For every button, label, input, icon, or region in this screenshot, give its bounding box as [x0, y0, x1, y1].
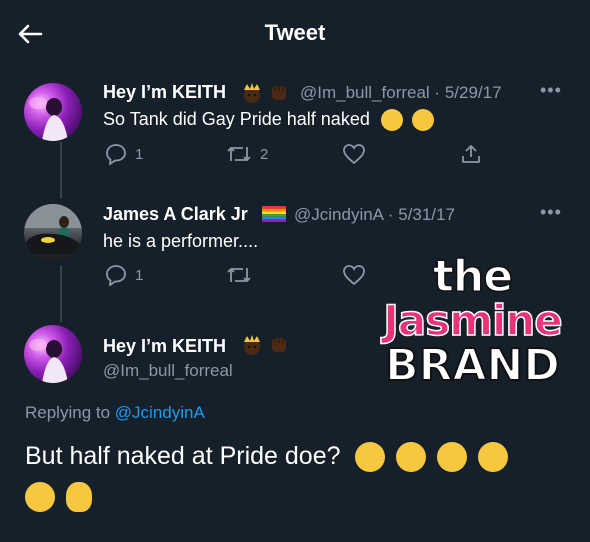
- replying-to: Replying to @JcindyinA: [25, 403, 205, 422]
- display-name[interactable]: James A Clark Jr: [103, 204, 248, 225]
- top-bar: Tweet: [0, 0, 590, 66]
- handle[interactable]: @JcindyinA: [294, 205, 383, 224]
- fist-emoji-icon: [268, 82, 290, 104]
- avatar[interactable]: [24, 325, 82, 383]
- fist-emoji-icon: [268, 334, 290, 356]
- watermark-line-brand: BRAND: [384, 340, 561, 391]
- retweet-count: 2: [260, 145, 269, 163]
- page-title: Tweet: [264, 20, 326, 45]
- loudly-crying-emoji-icon: [437, 442, 468, 473]
- loudly-crying-emoji-icon: [355, 442, 386, 473]
- reply-button[interactable]: 1: [105, 264, 143, 286]
- loudly-crying-emoji-icon: [25, 482, 55, 513]
- loudly-crying-emoji-icon: [478, 442, 509, 473]
- display-name[interactable]: Hey I’m KEITH: [103, 82, 226, 103]
- retweet-button[interactable]: [226, 264, 252, 286]
- thinking-emoji-icon: [380, 109, 403, 132]
- crown-face-emoji-icon: [241, 82, 263, 104]
- share-button[interactable]: [460, 143, 482, 165]
- display-name[interactable]: Hey I’m KEITH: [103, 336, 226, 357]
- tweet-date[interactable]: 5/29/17: [445, 83, 502, 102]
- handle[interactable]: @Im_bull_forreal: [300, 83, 430, 102]
- retweet-icon: [227, 147, 251, 161]
- reply-count: 1: [135, 145, 144, 163]
- watermark-line-jasmine: Jasmine: [382, 296, 563, 345]
- worried-emoji-icon: [411, 109, 434, 132]
- tweet-text: he is a performer....: [103, 231, 259, 251]
- watermark-logo: the Jasmine BRAND: [360, 251, 585, 395]
- reply-button[interactable]: 1: [105, 143, 143, 165]
- avatar[interactable]: [24, 83, 82, 141]
- handle[interactable]: @Im_bull_forreal: [103, 361, 233, 381]
- thread-connector: [60, 266, 62, 322]
- replying-to-handle[interactable]: @JcindyinA: [115, 403, 205, 422]
- avatar[interactable]: [24, 204, 82, 262]
- retweet-button[interactable]: 2: [226, 143, 268, 165]
- reply-icon: [106, 144, 126, 165]
- retweet-icon: [227, 268, 251, 282]
- rainbow-flag-icon: [262, 206, 286, 222]
- focused-tweet-text: But half naked at Pride doe?: [25, 436, 565, 516]
- like-button[interactable]: [342, 143, 366, 165]
- loudly-crying-emoji-icon: [396, 442, 427, 473]
- ok-hand-emoji-icon: [65, 482, 92, 513]
- reply-icon: [106, 265, 126, 286]
- watermark-line-the: the: [432, 251, 514, 302]
- crown-face-emoji-icon: [241, 334, 263, 356]
- share-icon: [462, 145, 480, 163]
- reply-count: 1: [135, 266, 144, 284]
- more-options-icon[interactable]: •••: [540, 202, 562, 223]
- thread-connector: [60, 142, 62, 198]
- tweet-meta: @Im_bull_forreal · 5/29/17: [300, 83, 502, 102]
- tweet-meta: @JcindyinA · 5/31/17: [294, 205, 455, 224]
- more-options-icon[interactable]: •••: [540, 80, 562, 101]
- tweet-text: So Tank did Gay Pride half naked: [103, 109, 434, 132]
- tweet-date[interactable]: 5/31/17: [398, 205, 455, 224]
- heart-icon: [343, 144, 365, 165]
